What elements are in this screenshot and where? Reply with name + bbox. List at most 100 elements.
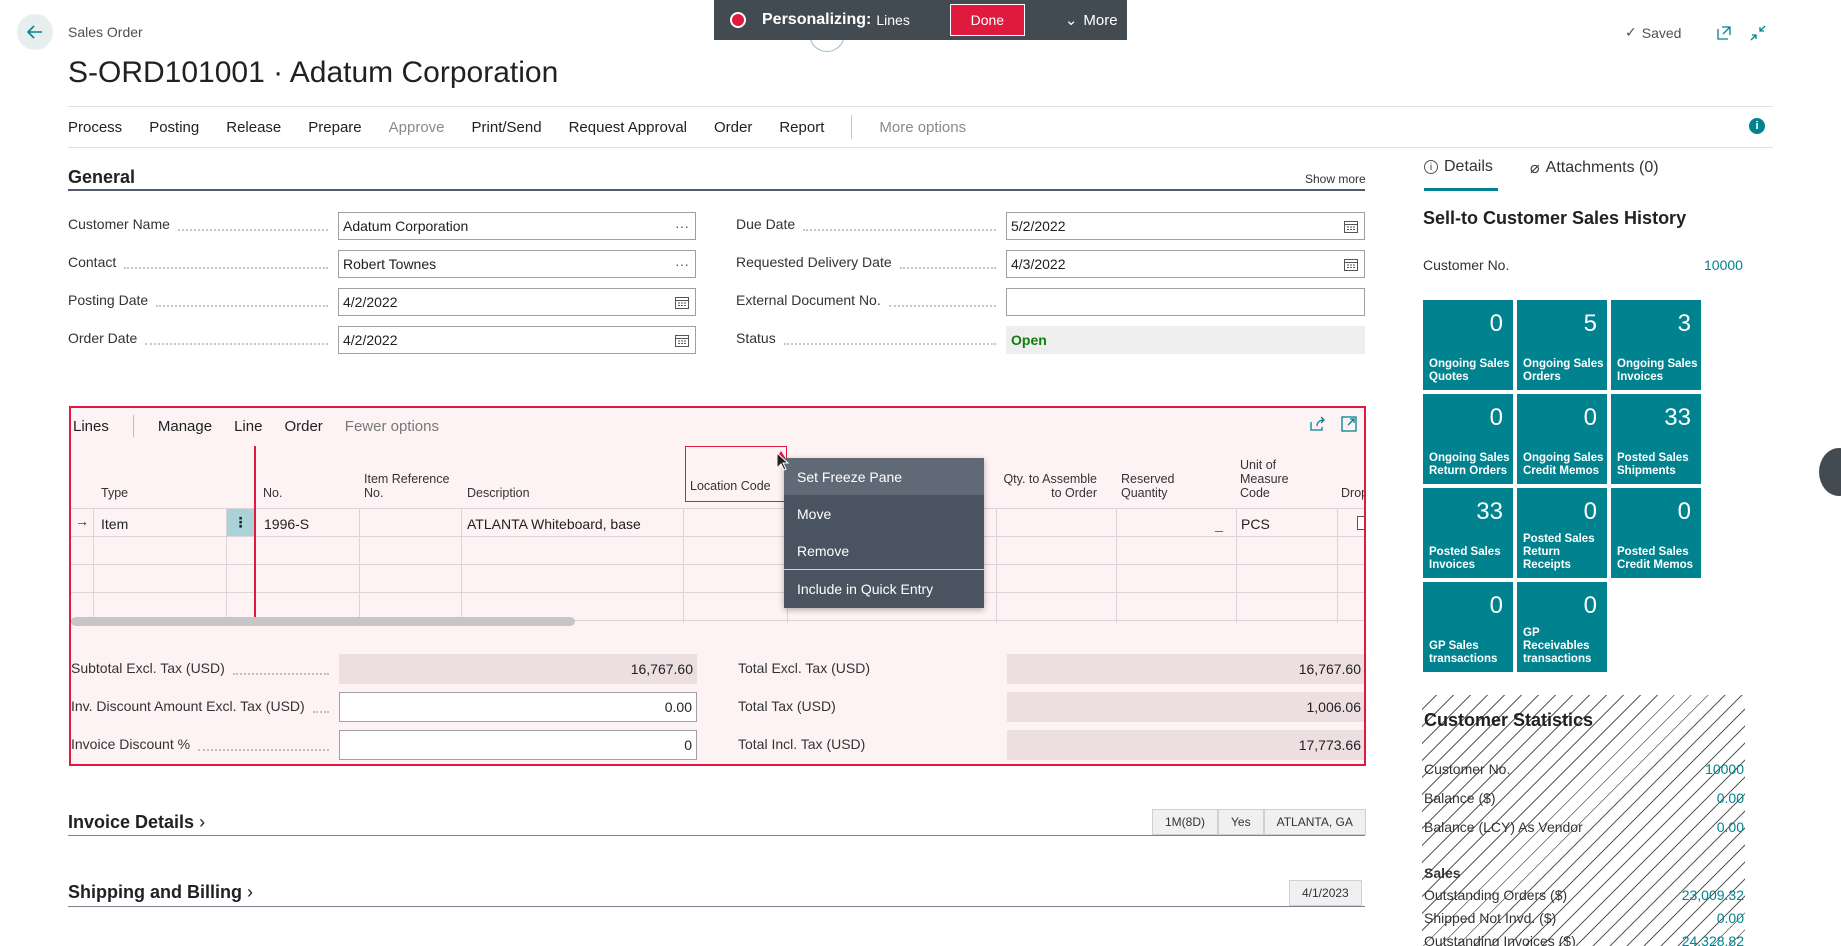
cue-tile[interactable]: 0 Ongoing Sales Credit Memos [1517, 394, 1607, 484]
tab-attachments[interactable]: ⌀ Attachments (0) [1530, 158, 1659, 178]
cue-tile[interactable]: 0 Posted Sales Return Receipts [1517, 488, 1607, 578]
action-report[interactable]: Report [779, 119, 824, 136]
cue-tile-value: 0 [1489, 592, 1503, 619]
cue-tile-value: 33 [1476, 498, 1503, 525]
action-print-send[interactable]: Print/Send [472, 119, 542, 136]
cue-tile[interactable]: 3 Ongoing Sales Invoices [1611, 300, 1701, 390]
cell-uom[interactable]: PCS [1241, 516, 1270, 532]
lines-part[interactable]: Lines Manage Line Order Fewer options Ty… [69, 406, 1366, 766]
grid-line [71, 564, 1364, 565]
grid-line [359, 508, 360, 623]
drop-ship-checkbox[interactable] [1357, 516, 1364, 530]
invoice-details-title[interactable]: Invoice Details › [68, 812, 205, 833]
col-no[interactable]: No. [263, 446, 282, 508]
factbox-toggle[interactable] [1819, 448, 1841, 496]
cue-tile[interactable]: 33 Posted Sales Shipments [1611, 394, 1701, 484]
ellipsis-icon[interactable]: ··· [669, 218, 695, 234]
done-button[interactable]: Done [949, 4, 1025, 36]
grid-line [93, 508, 94, 623]
lines-manage[interactable]: Manage [158, 418, 212, 435]
shipping-billing-title[interactable]: Shipping and Billing › [68, 882, 253, 903]
action-posting[interactable]: Posting [149, 119, 199, 136]
general-title[interactable]: General [68, 167, 135, 188]
cue-tile[interactable]: 0 GP Sales transactions [1423, 582, 1513, 672]
chevron-down-icon: ⌄ [1064, 12, 1078, 29]
cue-tile[interactable]: 5 Ongoing Sales Orders [1517, 300, 1607, 390]
chip-tax-liable: Yes [1218, 809, 1264, 835]
col-unit-of-measure[interactable]: Unit of Measure Code [1240, 446, 1320, 508]
share-icon[interactable] [1309, 416, 1325, 436]
cue-tile-label: Posted Sales Credit Memos [1617, 546, 1694, 571]
col-drop-ship[interactable]: Drop Ship [1341, 446, 1364, 508]
more-button[interactable]: ⌄ More [1064, 11, 1118, 30]
action-release[interactable]: Release [226, 119, 281, 136]
requested-delivery-date-label: Requested Delivery Date [736, 254, 1006, 274]
external-document-field[interactable] [1006, 288, 1365, 316]
menu-include-in-quick-entry[interactable]: Include in Quick Entry [784, 570, 984, 607]
show-more-link[interactable]: Show more [1305, 172, 1366, 186]
info-icon[interactable]: i [1749, 118, 1765, 134]
stat-row-balance-vendor: Balance (LCY) As Vendor 0.00 [1424, 819, 1744, 835]
order-date-field[interactable]: 4/2/2022 [338, 326, 696, 354]
cue-tile[interactable]: 33 Posted Sales Invoices [1423, 488, 1513, 578]
cell-reserved-quantity[interactable]: _ [1215, 516, 1223, 532]
stat-row-balance: Balance ($) 0.00 [1424, 790, 1744, 806]
horizontal-scrollbar[interactable] [71, 617, 575, 626]
row-actions-icon[interactable]: ⋮ [227, 509, 254, 536]
collapse-icon[interactable] [1747, 22, 1769, 44]
cue-tile[interactable]: 0 Posted Sales Credit Memos [1611, 488, 1701, 578]
calendar-icon[interactable] [1338, 258, 1364, 271]
lines-title[interactable]: Lines [73, 418, 109, 435]
menu-move[interactable]: Move [784, 495, 984, 532]
inv-discount-amount-field[interactable]: 0.00 [339, 692, 697, 722]
col-qty-to-assemble[interactable]: Qty. to Assemble to Order [991, 446, 1097, 508]
posting-date-field[interactable]: 4/2/2022 [338, 288, 696, 316]
action-prepare[interactable]: Prepare [308, 119, 361, 136]
back-button[interactable] [17, 14, 53, 50]
col-item-reference-no[interactable]: Item Reference No. [364, 446, 454, 508]
cue-tile-value: 0 [1583, 404, 1597, 431]
action-process[interactable]: Process [68, 119, 122, 136]
due-date-field[interactable]: 5/2/2022 [1006, 212, 1365, 240]
cue-tile[interactable]: 0 Ongoing Sales Return Orders [1423, 394, 1513, 484]
personalization-bar: Personalizing: Lines Done ⌄ More [714, 0, 1127, 40]
col-reserved-quantity[interactable]: Reserved Quantity [1121, 446, 1221, 508]
cue-tile[interactable]: 0 Ongoing Sales Quotes [1423, 300, 1513, 390]
cell-description[interactable]: ATLANTA Whiteboard, base [467, 516, 641, 532]
tab-details[interactable]: i Details [1424, 158, 1493, 176]
breadcrumb[interactable]: Sales Order [68, 24, 143, 40]
ellipsis-icon[interactable]: ··· [669, 256, 695, 272]
order-date-label: Order Date [68, 330, 338, 350]
calendar-icon[interactable] [1338, 220, 1364, 233]
cue-tile-value: 0 [1583, 498, 1597, 525]
expand-icon[interactable] [1341, 416, 1357, 436]
lines-order[interactable]: Order [284, 418, 322, 435]
cell-no[interactable]: 1996-S [264, 516, 309, 532]
contact-field[interactable]: Robert Townes ··· [338, 250, 696, 278]
action-separator [851, 115, 853, 139]
menu-set-freeze-pane[interactable]: Set Freeze Pane [784, 458, 984, 495]
more-options-button[interactable]: More options [879, 119, 966, 136]
cue-tile[interactable]: 0 GP Receivables transactions [1517, 582, 1607, 672]
menu-remove[interactable]: Remove [784, 532, 984, 569]
customer-name-field[interactable]: Adatum Corporation ··· [338, 212, 696, 240]
requested-delivery-date-field[interactable]: 4/3/2022 [1006, 250, 1365, 278]
action-request-approval[interactable]: Request Approval [569, 119, 687, 136]
factbox-customer-no-value[interactable]: 10000 [1704, 257, 1743, 273]
col-description[interactable]: Description [467, 446, 530, 508]
col-location-code[interactable]: Location Code [685, 446, 787, 502]
col-type[interactable]: Type [101, 446, 128, 508]
action-order[interactable]: Order [714, 119, 752, 136]
grid-line [71, 508, 1364, 509]
lines-line[interactable]: Line [234, 418, 262, 435]
customer-name-label: Customer Name [68, 216, 338, 236]
action-approve[interactable]: Approve [389, 119, 445, 136]
statistics-title: Customer Statistics [1424, 710, 1594, 730]
status-label: Status [736, 330, 1006, 350]
open-new-window-icon[interactable] [1713, 22, 1735, 44]
calendar-icon[interactable] [669, 334, 695, 347]
fewer-options-button[interactable]: Fewer options [345, 418, 439, 435]
calendar-icon[interactable] [669, 296, 695, 309]
invoice-discount-pct-field[interactable]: 0 [339, 730, 697, 760]
cell-type[interactable]: Item [101, 516, 128, 532]
